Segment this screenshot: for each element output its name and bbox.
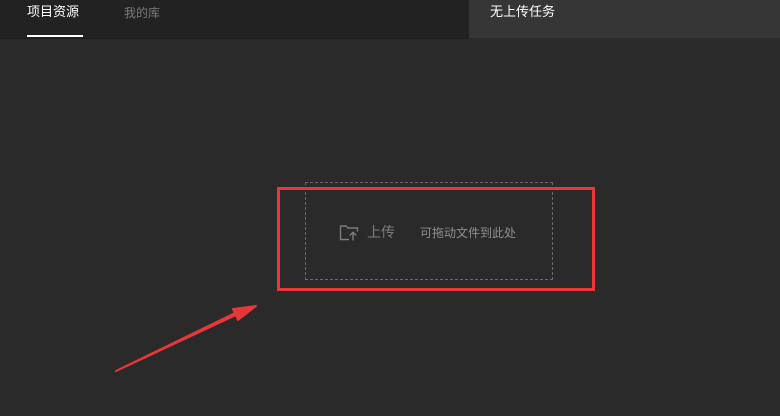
resource-panel: 项目资源 我的库 无上传任务 上传 可拖动文件到此处 xyxy=(0,0,780,416)
annotation-arrow-icon xyxy=(115,305,257,372)
